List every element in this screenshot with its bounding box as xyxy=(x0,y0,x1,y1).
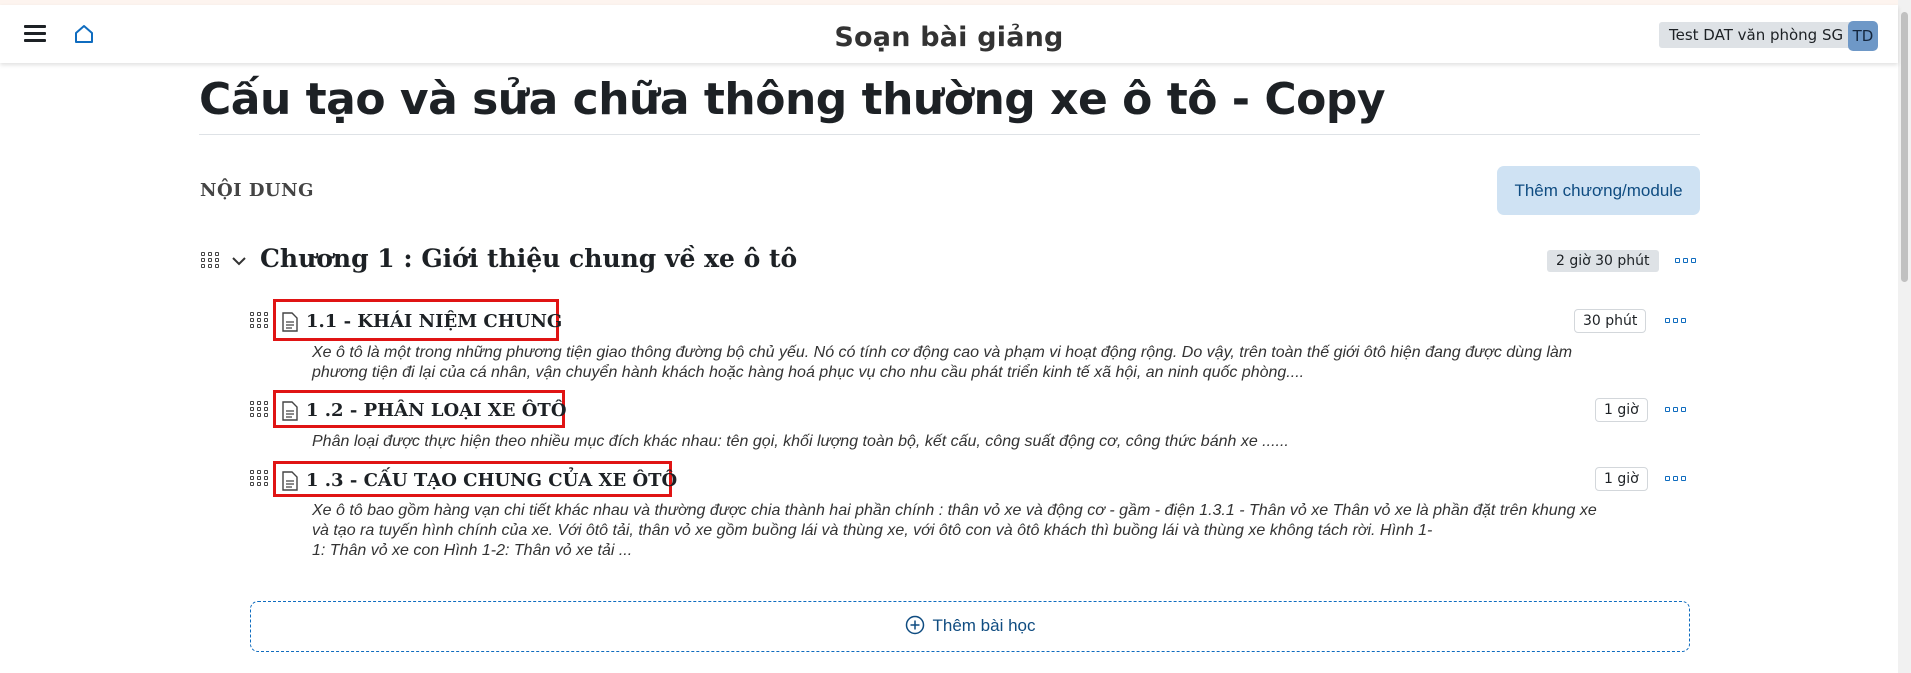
more-options-icon[interactable] xyxy=(1675,257,1697,265)
drag-handle-icon[interactable] xyxy=(250,401,268,419)
description-line: 1: Thân vỏ xe con Hình 1-2: Thân vỏ xe t… xyxy=(312,542,633,559)
more-options-icon[interactable] xyxy=(1665,475,1687,483)
lesson-item[interactable]: 1 .3 - CẤU TẠO CHUNG CỦA XE ÔTÔ xyxy=(273,461,677,497)
title-divider xyxy=(199,134,1700,135)
drag-handle-icon[interactable] xyxy=(250,470,268,488)
add-lesson-label: Thêm bài học xyxy=(932,616,1036,635)
document-icon xyxy=(282,401,298,421)
more-options-icon[interactable] xyxy=(1665,317,1687,325)
description-line: Phân loại được thực hiện theo nhiều mục … xyxy=(312,433,1289,450)
lesson-item[interactable]: 1 .2 - PHÂN LOẠI XE ÔTÔ xyxy=(273,390,567,428)
drag-handle-icon[interactable] xyxy=(250,312,268,330)
chapter-duration-badge: 2 giờ 30 phút xyxy=(1547,250,1659,272)
description-line: và tạo ra tuyến hình chính của xe. Với ô… xyxy=(312,522,1433,539)
avatar[interactable]: TD xyxy=(1848,21,1878,51)
drag-handle-icon[interactable] xyxy=(201,252,219,270)
more-options-icon[interactable] xyxy=(1665,406,1687,414)
document-icon xyxy=(282,312,298,332)
top-header: Soạn bài giảng Test DAT văn phòng SG TD xyxy=(0,5,1898,63)
page-scrollbar[interactable] xyxy=(1898,0,1911,673)
lesson-duration-badge: 30 phút xyxy=(1574,309,1647,333)
plus-circle-icon xyxy=(905,615,924,635)
add-module-button[interactable]: Thêm chương/module xyxy=(1497,166,1700,215)
chapter-title[interactable]: Chương 1 : Giới thiệu chung về xe ô tô xyxy=(260,244,797,273)
lesson-description: Xe ô tô bao gồm hàng vạn chi tiết khác n… xyxy=(312,501,1697,561)
document-icon xyxy=(282,471,298,491)
chevron-down-icon[interactable] xyxy=(232,256,246,266)
lesson-title[interactable]: 1 .3 - CẤU TẠO CHUNG CỦA XE ÔTÔ xyxy=(306,470,677,491)
course-title: Cấu tạo và sửa chữa thông thường xe ô tô… xyxy=(199,74,1386,125)
lesson-description: Xe ô tô là một trong những phương tiện g… xyxy=(312,343,1697,383)
user-name-badge[interactable]: Test DAT văn phòng SG xyxy=(1659,22,1854,48)
lesson-item[interactable]: 1.1 - KHÁI NIỆM CHUNG xyxy=(273,299,562,341)
lesson-duration-badge: 1 giờ xyxy=(1595,467,1648,491)
lesson-description: Phân loại được thực hiện theo nhiều mục … xyxy=(312,432,1697,452)
description-line: Xe ô tô bao gồm hàng vạn chi tiết khác n… xyxy=(312,502,1597,519)
section-label: NỘI DUNG xyxy=(200,180,314,201)
description-line: Xe ô tô là một trong những phương tiện g… xyxy=(312,344,1573,361)
lesson-duration-badge: 1 giờ xyxy=(1595,398,1648,422)
lesson-title[interactable]: 1.1 - KHÁI NIỆM CHUNG xyxy=(306,311,562,332)
app-title: Soạn bài giảng xyxy=(834,22,1064,53)
scrollbar-thumb[interactable] xyxy=(1901,12,1908,282)
add-lesson-button[interactable]: Thêm bài học xyxy=(250,601,1690,652)
lesson-title[interactable]: 1 .2 - PHÂN LOẠI XE ÔTÔ xyxy=(306,400,567,421)
description-line: phương tiện đi lại của cá nhân, vận chuy… xyxy=(312,364,1305,381)
